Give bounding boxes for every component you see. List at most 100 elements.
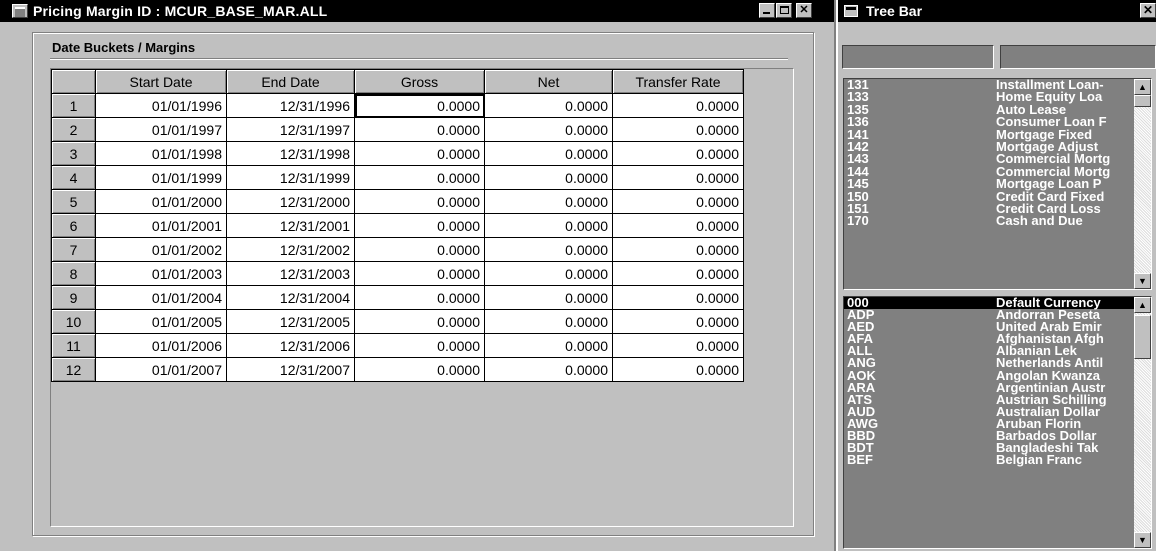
row-number[interactable]: 7 (51, 237, 96, 262)
net-cell[interactable]: 0.0000 (484, 189, 613, 214)
column-header[interactable]: Net (484, 69, 613, 94)
end-date-cell[interactable]: 12/31/2000 (226, 189, 355, 214)
row-number[interactable]: 8 (51, 261, 96, 286)
net-cell[interactable]: 0.0000 (484, 285, 613, 310)
window-doc-icon[interactable] (12, 4, 28, 18)
table-row[interactable]: 7 01/01/2002 12/31/2002 0.0000 0.0000 0.0000 (51, 237, 744, 262)
transfer-rate-cell[interactable]: 0.0000 (612, 333, 744, 358)
table-row[interactable]: 11 01/01/2006 12/31/2006 0.0000 0.0000 0.0000 (51, 333, 744, 358)
net-cell[interactable]: 0.0000 (484, 237, 613, 262)
currency-list-scrollbar[interactable]: ▲ ▼ (1134, 297, 1151, 548)
column-header[interactable]: Gross (354, 69, 485, 94)
transfer-rate-cell[interactable]: 0.0000 (612, 309, 744, 334)
table-row[interactable]: 2 01/01/1997 12/31/1997 0.0000 0.0000 0.0000 (51, 117, 744, 142)
start-date-cell[interactable]: 01/01/2003 (95, 261, 227, 286)
scroll-thumb[interactable] (1134, 315, 1151, 359)
gross-cell[interactable]: 0.0000 (354, 213, 485, 238)
product-list[interactable]: 131 Installment Loan- 133 Home Equity Loa 13… (843, 78, 1152, 290)
row-number[interactable]: 2 (51, 117, 96, 142)
gross-cell[interactable]: 0.0000 (354, 117, 485, 142)
net-cell[interactable]: 0.0000 (484, 309, 613, 334)
row-number[interactable]: 6 (51, 213, 96, 238)
start-date-cell[interactable]: 01/01/1998 (95, 141, 227, 166)
list-item[interactable]: BEF Belgian Franc (844, 453, 1136, 466)
currency-list[interactable]: 000 Default Currency ADP Andorran Peseta AED… (843, 296, 1152, 549)
end-date-cell[interactable]: 12/31/2006 (226, 333, 355, 358)
start-date-cell[interactable]: 01/01/2001 (95, 213, 227, 238)
net-cell[interactable]: 0.0000 (484, 141, 613, 166)
arrow-up-icon[interactable]: ▲ (1134, 297, 1151, 313)
row-number[interactable]: 1 (51, 93, 96, 118)
arrow-down-icon[interactable]: ▼ (1134, 532, 1151, 548)
end-date-cell[interactable]: 12/31/1999 (226, 165, 355, 190)
start-date-cell[interactable]: 01/01/2004 (95, 285, 227, 310)
transfer-rate-cell[interactable]: 0.0000 (612, 237, 744, 262)
row-number[interactable]: 9 (51, 285, 96, 310)
table-corner[interactable] (51, 69, 96, 94)
end-date-cell[interactable]: 12/31/2004 (226, 285, 355, 310)
table-row[interactable]: 1 01/01/1996 12/31/1996 0.0000 0.0000 0.0000 (51, 93, 744, 118)
close-button[interactable]: ✕ (796, 3, 812, 18)
transfer-rate-cell[interactable]: 0.0000 (612, 165, 744, 190)
gross-cell[interactable]: 0.0000 (354, 285, 485, 310)
end-date-cell[interactable]: 12/31/2002 (226, 237, 355, 262)
net-cell[interactable]: 0.0000 (484, 261, 613, 286)
start-date-cell[interactable]: 01/01/2000 (95, 189, 227, 214)
net-cell[interactable]: 0.0000 (484, 93, 613, 118)
transfer-rate-cell[interactable]: 0.0000 (612, 93, 744, 118)
row-number[interactable]: 11 (51, 333, 96, 358)
table-row[interactable]: 6 01/01/2001 12/31/2001 0.0000 0.0000 0.0000 (51, 213, 744, 238)
row-number[interactable]: 3 (51, 141, 96, 166)
end-date-cell[interactable]: 12/31/1997 (226, 117, 355, 142)
transfer-rate-cell[interactable]: 0.0000 (612, 357, 744, 382)
gross-cell[interactable]: 0.0000 (354, 189, 485, 214)
gross-cell[interactable]: 0.0000 (354, 333, 485, 358)
start-date-cell[interactable]: 01/01/1999 (95, 165, 227, 190)
net-cell[interactable]: 0.0000 (484, 117, 613, 142)
table-row[interactable]: 9 01/01/2004 12/31/2004 0.0000 0.0000 0.0000 (51, 285, 744, 310)
end-date-cell[interactable]: 12/31/2001 (226, 213, 355, 238)
transfer-rate-cell[interactable]: 0.0000 (612, 213, 744, 238)
end-date-cell[interactable]: 12/31/1996 (226, 93, 355, 118)
minimize-button[interactable] (759, 3, 775, 18)
start-date-cell[interactable]: 01/01/2002 (95, 237, 227, 262)
transfer-rate-cell[interactable]: 0.0000 (612, 261, 744, 286)
table-row[interactable]: 10 01/01/2005 12/31/2005 0.0000 0.0000 0.0000 (51, 309, 744, 334)
list-item[interactable]: AUD Australian Dollar (844, 405, 1136, 418)
tree-header-code[interactable] (842, 45, 994, 69)
list-item[interactable]: 136 Consumer Loan F (844, 115, 1136, 128)
table-row[interactable]: 4 01/01/1999 12/31/1999 0.0000 0.0000 0.0000 (51, 165, 744, 190)
gross-cell[interactable]: 0.0000 (354, 165, 485, 190)
transfer-rate-cell[interactable]: 0.0000 (612, 141, 744, 166)
transfer-rate-cell[interactable]: 0.0000 (612, 285, 744, 310)
start-date-cell[interactable]: 01/01/1996 (95, 93, 227, 118)
gross-cell[interactable]: 0.0000 (354, 261, 485, 286)
transfer-rate-cell[interactable]: 0.0000 (612, 117, 744, 142)
net-cell[interactable]: 0.0000 (484, 333, 613, 358)
product-list-scrollbar[interactable]: ▲ ▼ (1134, 79, 1151, 289)
pricing-margin-titlebar[interactable]: Pricing Margin ID : MCUR_BASE_MAR.ALL ✕ (0, 0, 834, 22)
net-cell[interactable]: 0.0000 (484, 165, 613, 190)
column-header[interactable]: Start Date (95, 69, 227, 94)
end-date-cell[interactable]: 12/31/2005 (226, 309, 355, 334)
column-header[interactable]: Transfer Rate (612, 69, 744, 94)
transfer-rate-cell[interactable]: 0.0000 (612, 189, 744, 214)
end-date-cell[interactable]: 12/31/1998 (226, 141, 355, 166)
start-date-cell[interactable]: 01/01/1997 (95, 117, 227, 142)
list-item[interactable]: 151 Credit Card Loss (844, 202, 1136, 215)
end-date-cell[interactable]: 12/31/2003 (226, 261, 355, 286)
start-date-cell[interactable]: 01/01/2006 (95, 333, 227, 358)
row-number[interactable]: 4 (51, 165, 96, 190)
row-number[interactable]: 10 (51, 309, 96, 334)
tree-header-description[interactable] (1000, 45, 1156, 69)
row-number[interactable]: 5 (51, 189, 96, 214)
table-row[interactable]: 12 01/01/2007 12/31/2007 0.0000 0.0000 0.0000 (51, 357, 744, 382)
maximize-button[interactable] (776, 3, 792, 18)
table-row[interactable]: 5 01/01/2000 12/31/2000 0.0000 0.0000 0.0000 (51, 189, 744, 214)
arrow-down-icon[interactable]: ▼ (1134, 273, 1151, 289)
end-date-cell[interactable]: 12/31/2007 (226, 357, 355, 382)
list-item[interactable]: 170 Cash and Due (844, 214, 1136, 227)
row-number[interactable]: 12 (51, 357, 96, 382)
gross-cell[interactable]: 0.0000 (354, 309, 485, 334)
gross-cell[interactable]: 0.0000 (354, 93, 485, 118)
